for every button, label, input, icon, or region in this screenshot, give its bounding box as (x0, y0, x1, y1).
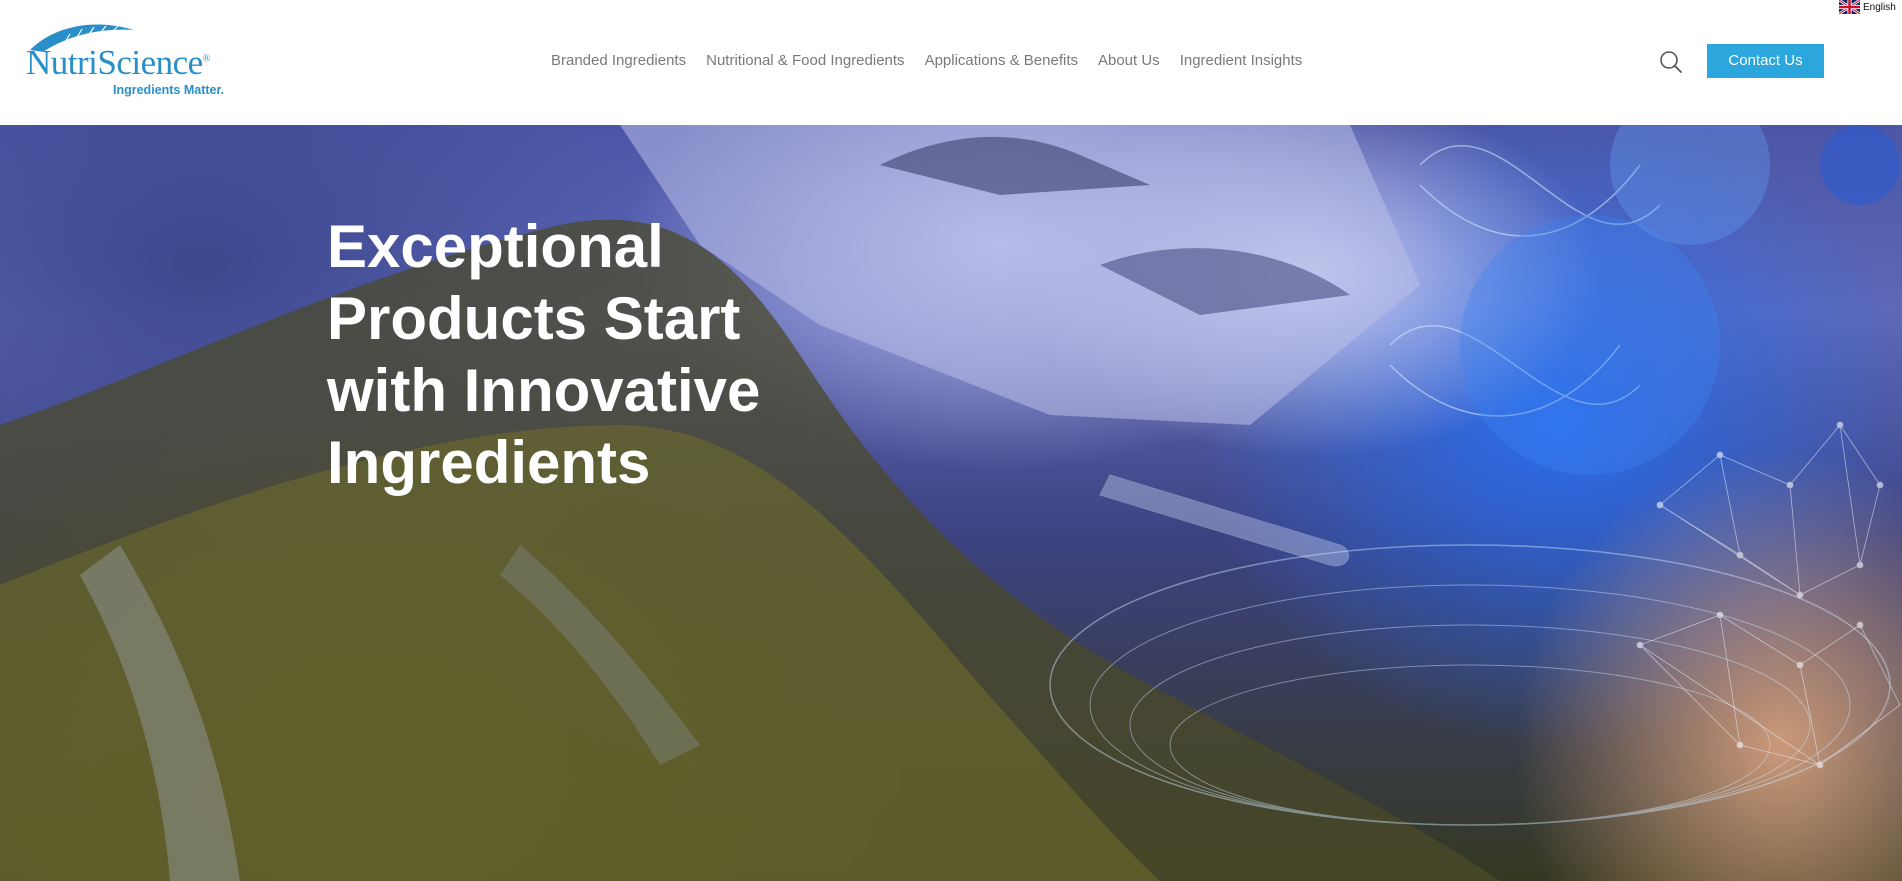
hero-headline: Exceptional Products Start with Innovati… (327, 211, 847, 499)
main-nav: Branded Ingredients Nutritional & Food I… (551, 50, 1302, 72)
hero-headline-line: Products Start (327, 285, 741, 352)
hero-banner: Exceptional Products Start with Innovati… (0, 125, 1902, 881)
nav-item-ingredient-insights[interactable]: Ingredient Insights (1180, 50, 1303, 72)
hero-headline-line: Ingredients (327, 429, 651, 496)
nav-item-about-us[interactable]: About Us (1098, 50, 1160, 72)
hero-background-image (0, 125, 1901, 881)
hero-headline-line: Exceptional (327, 213, 664, 280)
logo[interactable]: NutriScience® Ingredients Matter. (24, 20, 234, 100)
nav-item-applications-benefits[interactable]: Applications & Benefits (925, 50, 1078, 72)
language-label: English (1863, 1, 1896, 13)
site-header: NutriScience® Ingredients Matter. Brande… (0, 0, 1902, 125)
nav-item-nutritional-food-ingredients[interactable]: Nutritional & Food Ingredients (706, 50, 904, 72)
brand-name: NutriScience® (26, 43, 210, 82)
search-icon[interactable] (1658, 49, 1684, 75)
hero-headline-line: with Innovative (327, 357, 761, 424)
contact-us-button[interactable]: Contact Us (1707, 44, 1824, 78)
language-selector[interactable]: English (1839, 0, 1896, 14)
uk-flag-icon (1839, 0, 1860, 14)
brand-tagline: Ingredients Matter. (113, 83, 225, 97)
nav-item-branded-ingredients[interactable]: Branded Ingredients (551, 50, 686, 72)
